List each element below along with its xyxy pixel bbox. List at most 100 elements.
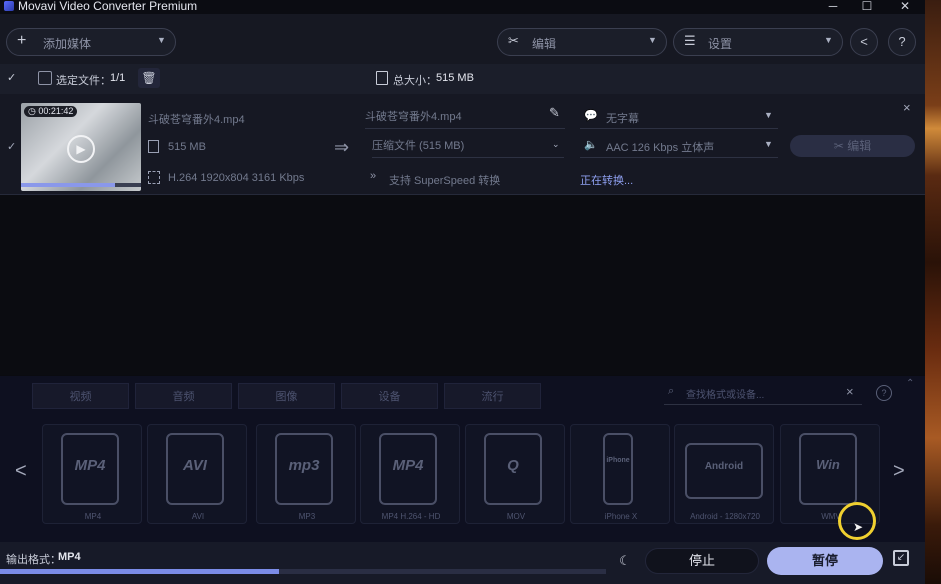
mp4-hd-file-icon: MP4: [379, 433, 437, 505]
iphone-icon: iPhone: [603, 433, 633, 505]
app-logo-icon: [4, 1, 14, 11]
thumbnail-progress-fill: [21, 183, 115, 187]
quicktime-icon: Q: [484, 433, 542, 505]
mp4-file-icon: MP4: [61, 433, 119, 505]
help-button[interactable]: ?: [888, 28, 916, 56]
output-format-value[interactable]: MP4: [58, 551, 81, 563]
subtitle-value: 无字幕: [606, 113, 639, 125]
background-desktop-strip: [925, 0, 941, 584]
settings-menu-label: 设置: [708, 37, 733, 51]
convert-arrow-icon: ⇒: [334, 137, 350, 157]
tab-video[interactable]: 视频: [32, 383, 129, 409]
play-icon[interactable]: ▶: [67, 135, 95, 163]
pause-button[interactable]: 暂停: [767, 547, 883, 575]
total-size-label: 总大小：: [393, 75, 437, 87]
tab-devices[interactable]: 设备: [341, 383, 438, 409]
source-codec-info: H.264 1920x804 3161 Kbps: [168, 172, 305, 184]
chevron-down-icon: ▼: [157, 35, 166, 45]
superspeed-icon: »: [370, 170, 377, 182]
chevron-down-icon: ⌄: [552, 139, 560, 149]
maximize-button[interactable]: ☐: [852, 0, 882, 14]
trash-icon: 🗑: [141, 71, 157, 85]
document-icon: [376, 71, 388, 85]
total-size-value: 515 MB: [436, 72, 474, 84]
format-item-mov[interactable]: Q MOV: [465, 424, 565, 524]
avi-file-icon: AVI: [166, 433, 224, 505]
format-search-placeholder: 查找格式或设备...: [686, 390, 765, 401]
android-tablet-icon: Android: [685, 443, 763, 499]
conversion-status: 正在转换...: [580, 175, 634, 187]
output-size-dropdown[interactable]: 压缩文件 (515 MB) ⌄: [372, 137, 564, 158]
file-icon: [38, 71, 52, 85]
format-label: MP4 H.264 - HD: [381, 512, 441, 521]
close-window-button[interactable]: ✕: [890, 0, 920, 14]
format-label: MP4: [84, 512, 102, 521]
open-output-folder-button[interactable]: ↙: [893, 550, 909, 566]
conversion-progress-fill: [0, 569, 279, 574]
delete-button[interactable]: 🗑: [138, 68, 160, 88]
tools-icon: ✂: [508, 33, 519, 48]
moon-clock-icon: ☾: [619, 553, 631, 568]
format-item-android[interactable]: Android Android - 1280x720: [674, 424, 774, 524]
format-search-field[interactable]: ⌕ 查找格式或设备... ×: [664, 382, 862, 405]
mp3-file-icon: mp3: [275, 433, 333, 505]
selected-files-label: 选定文件：: [56, 75, 111, 87]
remove-file-button[interactable]: ×: [903, 100, 911, 115]
search-icon: ⌕: [668, 385, 675, 397]
speech-bubble-icon: 💬: [584, 110, 598, 122]
export-icon: ↙: [896, 552, 906, 563]
format-help-icon[interactable]: ?: [876, 385, 892, 401]
output-file-name-field[interactable]: 斗破苍穹番外4.mp4: [365, 108, 565, 129]
source-file-name: 斗破苍穹番外4.mp4: [148, 114, 245, 126]
tab-popular[interactable]: 流行: [444, 383, 541, 409]
output-size: 压缩文件 (515 MB): [372, 140, 465, 152]
plus-icon: +: [17, 32, 27, 49]
tools-icon: ✂: [833, 139, 848, 153]
edit-menu-button[interactable]: ✂ 编辑 ▼: [497, 28, 667, 56]
duration-badge: ◷ 00:21:42: [24, 106, 78, 117]
drop-area: [0, 195, 925, 375]
format-item-mp3[interactable]: mp3 MP3: [256, 424, 356, 524]
minimize-button[interactable]: ─: [818, 0, 848, 14]
format-item-iphone[interactable]: iPhone iPhone X: [570, 424, 670, 524]
chevron-down-icon: ▼: [764, 139, 773, 149]
file-checkbox[interactable]: ✓: [7, 140, 16, 153]
format-item-avi[interactable]: AVI AVI: [147, 424, 247, 524]
add-media-button[interactable]: + 添加媒体 ▼: [6, 28, 176, 56]
windows-media-icon: Win: [799, 433, 857, 505]
pencil-icon[interactable]: ✎: [549, 105, 560, 121]
source-file-size: 515 MB: [168, 141, 206, 153]
stop-button[interactable]: 停止: [645, 548, 759, 574]
edit-menu-label: 编辑: [532, 37, 557, 51]
settings-menu-button[interactable]: ☰ 设置 ▼: [673, 28, 843, 56]
superspeed-note: 支持 SuperSpeed 转换: [389, 175, 501, 187]
collapse-panel-button[interactable]: ⌃: [906, 378, 914, 389]
video-codec-icon: [148, 171, 160, 184]
select-all-checkbox[interactable]: ✓: [7, 71, 16, 84]
tab-audio[interactable]: 音频: [135, 383, 232, 409]
window-title: Movavi Video Converter Premium: [18, 0, 198, 13]
clear-search-button[interactable]: ×: [846, 384, 854, 399]
file-size-icon: [148, 140, 159, 153]
formats-prev-button[interactable]: <: [15, 460, 27, 483]
sleep-timer-button[interactable]: ☾: [612, 548, 638, 574]
mouse-cursor-icon: ➤: [853, 520, 864, 534]
format-item-mp4[interactable]: MP4 MP4: [42, 424, 142, 524]
video-thumbnail[interactable]: ◷ 00:21:42 ▶: [21, 103, 141, 191]
formats-next-button[interactable]: >: [893, 460, 905, 483]
help-icon: ?: [898, 34, 906, 49]
format-label: AVI: [191, 512, 205, 521]
chevron-down-icon: ▼: [824, 35, 833, 45]
format-label: MOV: [506, 512, 526, 521]
tab-image[interactable]: 图像: [238, 383, 335, 409]
format-label: Android - 1280x720: [690, 512, 760, 521]
chevron-down-icon: ▼: [764, 110, 773, 120]
audio-value: AAC 126 Kbps 立体声: [606, 142, 715, 154]
audio-dropdown[interactable]: 🔈 AAC 126 Kbps 立体声 ▼: [580, 137, 778, 158]
share-button[interactable]: <: [850, 28, 878, 56]
output-format-label: 输出格式：: [6, 554, 61, 566]
format-item-mp4-hd[interactable]: MP4 MP4 H.264 - HD: [360, 424, 460, 524]
subtitle-dropdown[interactable]: 💬 无字幕 ▼: [580, 108, 778, 129]
file-edit-label: 编辑: [847, 139, 872, 153]
file-edit-button[interactable]: ✂ 编辑: [790, 135, 915, 157]
